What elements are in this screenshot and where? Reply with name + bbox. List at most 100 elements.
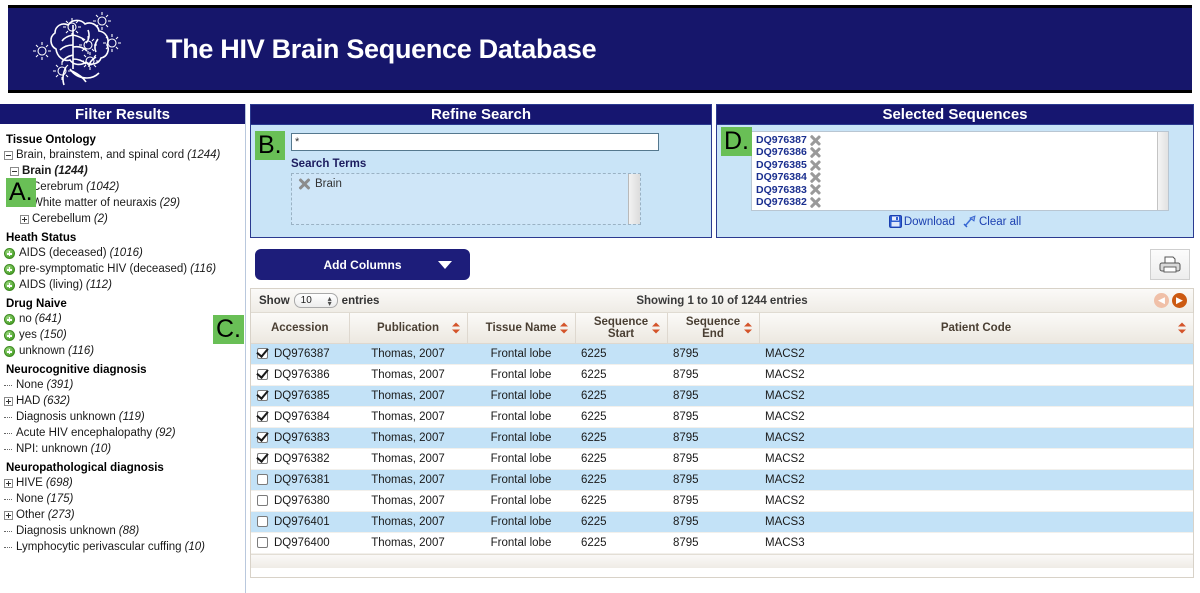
table-row[interactable]: DQ976387 Thomas, 2007 Frontal lobe 6225 8795… [251, 343, 1193, 365]
cell-start: 6225 [575, 385, 667, 407]
filter-item[interactable]: Brain (1244) [10, 164, 241, 179]
cell-tissue: Frontal lobe [467, 364, 575, 386]
cell-publication: Thomas, 2007 [349, 385, 467, 407]
filter-item-count: (116) [190, 263, 217, 275]
remove-sequence-icon[interactable] [810, 197, 821, 208]
search-term-chip[interactable]: Brain [298, 178, 634, 190]
refine-search-title: Refine Search [251, 105, 711, 125]
filter-item[interactable]: Acute HIV encephalopathy (92) [4, 426, 241, 441]
remove-sequence-icon[interactable] [810, 135, 821, 146]
print-button[interactable] [1150, 249, 1190, 280]
filter-item[interactable]: Lymphocytic perivascular cuffing (10) [4, 540, 241, 555]
row-checkbox[interactable] [257, 389, 268, 401]
selected-list-scrollbar[interactable] [1157, 132, 1168, 210]
prev-page-button[interactable]: ◀ [1154, 293, 1169, 308]
row-checkbox[interactable] [257, 452, 268, 464]
add-columns-button[interactable]: Add Columns [255, 249, 470, 280]
table-row[interactable]: DQ976385 Thomas, 2007 Frontal lobe 6225 8795… [251, 385, 1193, 407]
table-row[interactable]: DQ976381 Thomas, 2007 Frontal lobe 6225 8795… [251, 469, 1193, 491]
search-input[interactable] [291, 133, 659, 151]
add-filter-icon[interactable] [4, 248, 15, 259]
row-checkbox[interactable] [257, 347, 268, 359]
filter-item[interactable]: None (175) [4, 492, 241, 507]
add-filter-icon[interactable] [4, 280, 15, 291]
cell-tissue: Frontal lobe [467, 385, 575, 407]
table-body: DQ976387 Thomas, 2007 Frontal lobe 6225 8795… [251, 343, 1193, 554]
collapse-minus-icon[interactable] [10, 167, 19, 176]
filter-item-label: Cerebrum [32, 181, 84, 193]
next-page-button[interactable]: ▶ [1172, 293, 1187, 308]
filter-item[interactable]: HAD (632) [4, 394, 241, 409]
expand-plus-icon[interactable] [4, 397, 13, 406]
filter-item[interactable]: Cerebellum (2) [20, 212, 241, 227]
filter-item[interactable]: NPI: unknown (10) [4, 442, 241, 457]
filter-item-count: (10) [184, 541, 206, 553]
filter-item[interactable]: pre-symptomatic HIV (deceased) (116) [4, 262, 241, 277]
cell-publication: Thomas, 2007 [349, 343, 467, 365]
row-checkbox[interactable] [257, 431, 268, 443]
filter-item[interactable]: AIDS (deceased) (1016) [4, 246, 241, 261]
cell-end: 8795 [667, 406, 759, 428]
filter-item[interactable]: White matter of neuraxis (29) [20, 196, 241, 211]
filter-item[interactable]: Diagnosis unknown (88) [4, 524, 241, 539]
terms-scrollbar[interactable] [628, 174, 640, 224]
filter-item[interactable]: Brain, brainstem, and spinal cord (1244) [4, 148, 241, 163]
expand-plus-icon[interactable] [20, 215, 29, 224]
row-checkbox[interactable] [257, 410, 268, 422]
entries-select[interactable]: 10 ▴ ▾ [293, 293, 338, 308]
filter-item[interactable]: HIVE (698) [4, 476, 241, 491]
expand-plus-icon[interactable] [4, 511, 13, 520]
table-row[interactable]: DQ976401 Thomas, 2007 Frontal lobe 6225 8795… [251, 511, 1193, 533]
search-term-label: Brain [315, 178, 342, 190]
add-filter-icon[interactable] [4, 314, 15, 325]
add-filter-icon[interactable] [4, 264, 15, 275]
x-icon[interactable] [298, 178, 310, 190]
table-row[interactable]: DQ976384 Thomas, 2007 Frontal lobe 6225 8795… [251, 406, 1193, 428]
sort-toggle-icon[interactable] [1177, 321, 1187, 334]
row-checkbox[interactable] [257, 494, 268, 506]
filter-item[interactable]: None (391) [4, 378, 241, 393]
table-row[interactable]: DQ976382 Thomas, 2007 Frontal lobe 6225 8795… [251, 448, 1193, 470]
add-filter-icon[interactable] [4, 346, 15, 357]
filter-item[interactable]: yes (150) [4, 328, 241, 343]
download-link[interactable]: Download [888, 215, 955, 228]
row-checkbox[interactable] [257, 515, 268, 527]
column-header[interactable]: Publication [349, 313, 468, 344]
table-row[interactable]: DQ976383 Thomas, 2007 Frontal lobe 6225 8795… [251, 427, 1193, 449]
filter-item[interactable]: Other (273) [4, 508, 241, 523]
sort-toggle-icon[interactable] [451, 321, 461, 334]
remove-sequence-icon[interactable] [810, 147, 821, 158]
column-header[interactable]: Sequence End [667, 313, 760, 344]
collapse-minus-icon[interactable] [4, 151, 13, 160]
filter-item[interactable]: no (641) [4, 312, 241, 327]
cell-tissue: Frontal lobe [467, 469, 575, 491]
filter-item[interactable]: Cerebrum (1042) [20, 180, 241, 195]
cell-accession: DQ976383 [251, 427, 349, 449]
column-header[interactable]: Sequence Start [575, 313, 668, 344]
table-row[interactable]: DQ976386 Thomas, 2007 Frontal lobe 6225 8795… [251, 364, 1193, 386]
filter-item-label: White matter of neuraxis [32, 197, 157, 209]
sort-toggle-icon[interactable] [651, 321, 661, 334]
add-filter-icon[interactable] [4, 330, 15, 341]
row-checkbox[interactable] [257, 368, 268, 380]
sort-toggle-icon[interactable] [559, 321, 569, 334]
column-header[interactable]: Tissue Name [467, 313, 576, 344]
row-checkbox[interactable] [257, 536, 268, 548]
column-header[interactable]: Accession [251, 313, 350, 344]
accession-label: DQ976382 [274, 452, 330, 465]
filter-item-count: (641) [34, 313, 62, 325]
remove-sequence-icon[interactable] [810, 184, 821, 195]
remove-sequence-icon[interactable] [810, 160, 821, 171]
table-row[interactable]: DQ976400 Thomas, 2007 Frontal lobe 6225 8795… [251, 532, 1193, 554]
row-checkbox[interactable] [257, 473, 268, 485]
remove-sequence-icon[interactable] [810, 172, 821, 183]
table-row[interactable]: DQ976380 Thomas, 2007 Frontal lobe 6225 8795… [251, 490, 1193, 512]
filter-item[interactable]: unknown (116) [4, 344, 241, 359]
clear-all-link[interactable]: Clear all [963, 215, 1021, 228]
expand-plus-icon[interactable] [4, 479, 13, 488]
column-header[interactable]: Patient Code [759, 313, 1194, 344]
sort-toggle-icon[interactable] [743, 321, 753, 334]
filter-item[interactable]: Diagnosis unknown (119) [4, 410, 241, 425]
filter-item[interactable]: AIDS (living) (112) [4, 278, 241, 293]
filter-item-count: (1244) [187, 149, 221, 161]
